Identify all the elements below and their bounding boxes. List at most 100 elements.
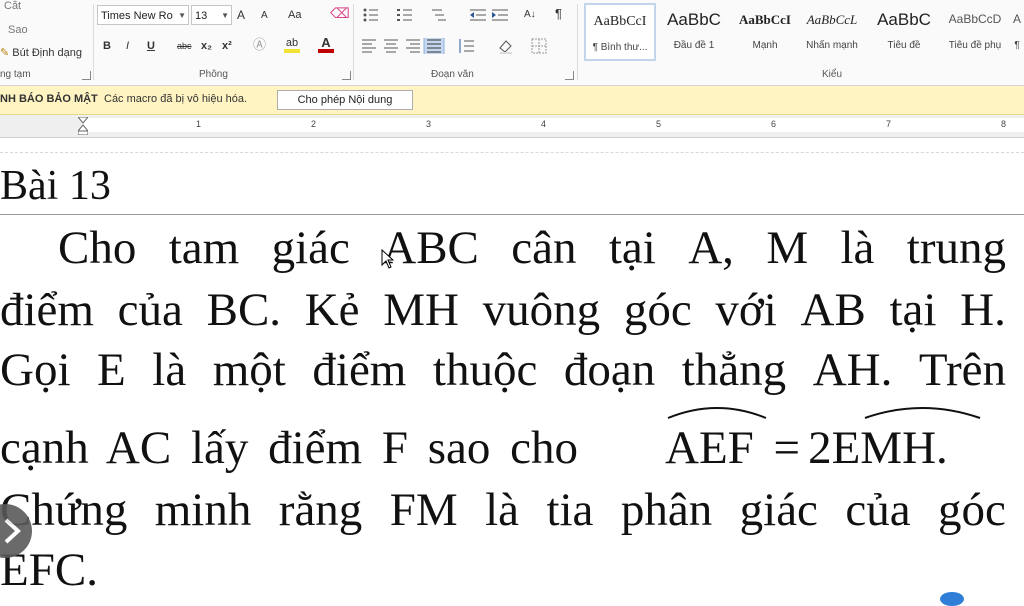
arc-emh (864, 407, 981, 419)
style-name: Tiêu đề phụ (948, 40, 1002, 51)
text-line: Cho tam giác ABC cân tại A, Mlà trung (0, 218, 1006, 278)
word: AB (800, 284, 866, 336)
justify-icon[interactable] (423, 38, 445, 54)
word: F (381, 422, 408, 474)
word: góc (938, 484, 1006, 536)
sort-icon[interactable]: A↓ (524, 7, 536, 23)
font-color-icon: A (321, 35, 331, 50)
style-name: ¶ Bình thư... (592, 42, 648, 53)
font-launcher-icon[interactable] (342, 71, 351, 80)
highlight-button[interactable]: ab (284, 35, 300, 53)
bold-button[interactable]: B (103, 38, 111, 54)
word: sao (427, 422, 491, 474)
chevron-down-icon: ▼ (221, 11, 229, 20)
security-warning-bar: NH BÁO BẢO MẬT Các macro đã bị vô hiệu h… (0, 86, 1024, 115)
word: FM (389, 484, 458, 536)
equation-end: . (936, 422, 948, 474)
style-preview: AaBbCcI (738, 12, 791, 27)
word: Gọi (0, 344, 71, 396)
word: MH (383, 284, 459, 336)
style-name: Mạnh (752, 40, 778, 51)
word: điểm (312, 344, 407, 396)
paragraph-launcher-icon[interactable] (565, 71, 574, 80)
numbering-icon[interactable] (397, 9, 412, 21)
subscript-button[interactable]: x₂ (201, 38, 212, 54)
style-normal[interactable]: AaBbCcI ¶ Bình thư... (584, 3, 656, 61)
align-left-icon[interactable] (362, 39, 376, 53)
angle-arcs (667, 407, 981, 419)
style-subtitle[interactable]: AaBbCcD Tiêu đề phụ (939, 3, 1011, 61)
text-effects-icon[interactable]: Ⓐ (253, 37, 266, 53)
highlight-icon: ab (285, 37, 299, 49)
style-name: Tiêu đề (887, 40, 921, 51)
multilevel-list-icon[interactable] (432, 9, 446, 21)
indent-marker-icon[interactable] (78, 117, 88, 135)
word: điểm (0, 284, 94, 336)
ribbon: Cắt Sao ✎ Bút Định dạng Times New Ro ▼ 1… (0, 0, 1024, 86)
superscript-button[interactable]: x² (222, 38, 232, 54)
format-painter-icon: ✎ (0, 47, 10, 59)
play-icon (4, 518, 21, 544)
cut-button[interactable]: Cắt (4, 0, 21, 12)
ruler-number: 8 (1001, 119, 1007, 129)
horizontal-ruler[interactable]: 1 2 3 4 5 6 7 8 (0, 115, 1024, 138)
word: cạnh (0, 422, 89, 474)
word: AH. (812, 344, 893, 396)
ruler-number: 2 (311, 119, 317, 129)
style-strong[interactable]: AaBbCcI Mạnh (729, 3, 801, 61)
word: lấy (190, 422, 249, 474)
word: Cho (58, 222, 137, 274)
page-boundary (0, 152, 1024, 153)
align-right-icon[interactable] (406, 39, 420, 53)
bullets-icon[interactable] (363, 8, 379, 22)
show-marks-icon[interactable]: ¶ (555, 6, 562, 22)
eraser-icon[interactable]: ⌫ (330, 5, 350, 21)
format-painter-button[interactable]: ✎ Bút Định dạng (0, 46, 82, 59)
style-name: Đầu đề 1 (673, 40, 715, 51)
word: cân (511, 222, 577, 274)
strikethrough-button[interactable]: abc (177, 38, 192, 54)
font-size-box[interactable]: 13 ▼ (191, 5, 232, 25)
clipboard-group-label: ng tạm (0, 69, 31, 80)
style-emphasis[interactable]: AaBbCcL Nhấn mạnh (796, 3, 868, 61)
shading-icon[interactable] (499, 40, 512, 54)
style-preview: AaBbC (667, 10, 721, 29)
clipboard-launcher-icon[interactable] (82, 71, 91, 80)
style-heading-1[interactable]: AaBbC Đầu đề 1 (658, 3, 730, 61)
style-name: Nhấn mạnh (806, 40, 858, 51)
word: trung (906, 222, 1006, 274)
style-more[interactable]: A ¶ (1010, 3, 1024, 61)
text-line: điểm của BC. Kẻ MH vuông góc với AB tại H. (0, 280, 1006, 340)
play-button[interactable] (0, 504, 32, 558)
document-canvas[interactable]: Bài 13 Cho tam giác ABC cân tại A, Mlà trung điể… (0, 138, 1024, 599)
align-center-icon[interactable] (384, 39, 398, 53)
text-line: Gọi Elà một điểm thuộc đoạn thẳng AH. Trên (0, 340, 1006, 400)
enable-content-button[interactable]: Cho phép Nội dung (277, 90, 413, 110)
word: góc (623, 284, 692, 336)
styles-gallery: AaBbCcI ¶ Bình thư... AaBbC Đầu đề 1 AaB… (582, 3, 1024, 63)
copy-button[interactable]: Sao (8, 24, 28, 36)
text-line: Chứng minh rằng FM là tia phân giác của góc (0, 480, 1006, 540)
heading-rule (0, 214, 1024, 215)
style-title[interactable]: AaBbC Tiêu đề (868, 3, 940, 61)
increase-indent-icon[interactable] (492, 9, 508, 21)
change-case-button[interactable]: Aa (288, 7, 301, 23)
line-spacing-icon[interactable] (459, 39, 474, 53)
underline-button[interactable]: U (147, 38, 155, 54)
italic-button[interactable]: I (126, 38, 129, 54)
word: Kẻ (304, 284, 360, 336)
borders-icon[interactable] (531, 38, 547, 54)
word: cho (510, 422, 579, 474)
word: H. (960, 284, 1006, 336)
font-color-button[interactable]: A (318, 35, 334, 53)
word: phân (620, 484, 713, 536)
word: giác (739, 484, 818, 536)
word: vuông (482, 284, 601, 336)
word: tia (546, 484, 594, 536)
decrease-indent-icon[interactable] (470, 9, 486, 21)
font-name-box[interactable]: Times New Ro ▼ (97, 5, 189, 25)
ruler-number: 1 (196, 119, 202, 129)
grow-font-button[interactable]: A (237, 7, 245, 23)
ruler-number: 5 (656, 119, 662, 129)
shrink-font-button[interactable]: A (261, 8, 268, 24)
